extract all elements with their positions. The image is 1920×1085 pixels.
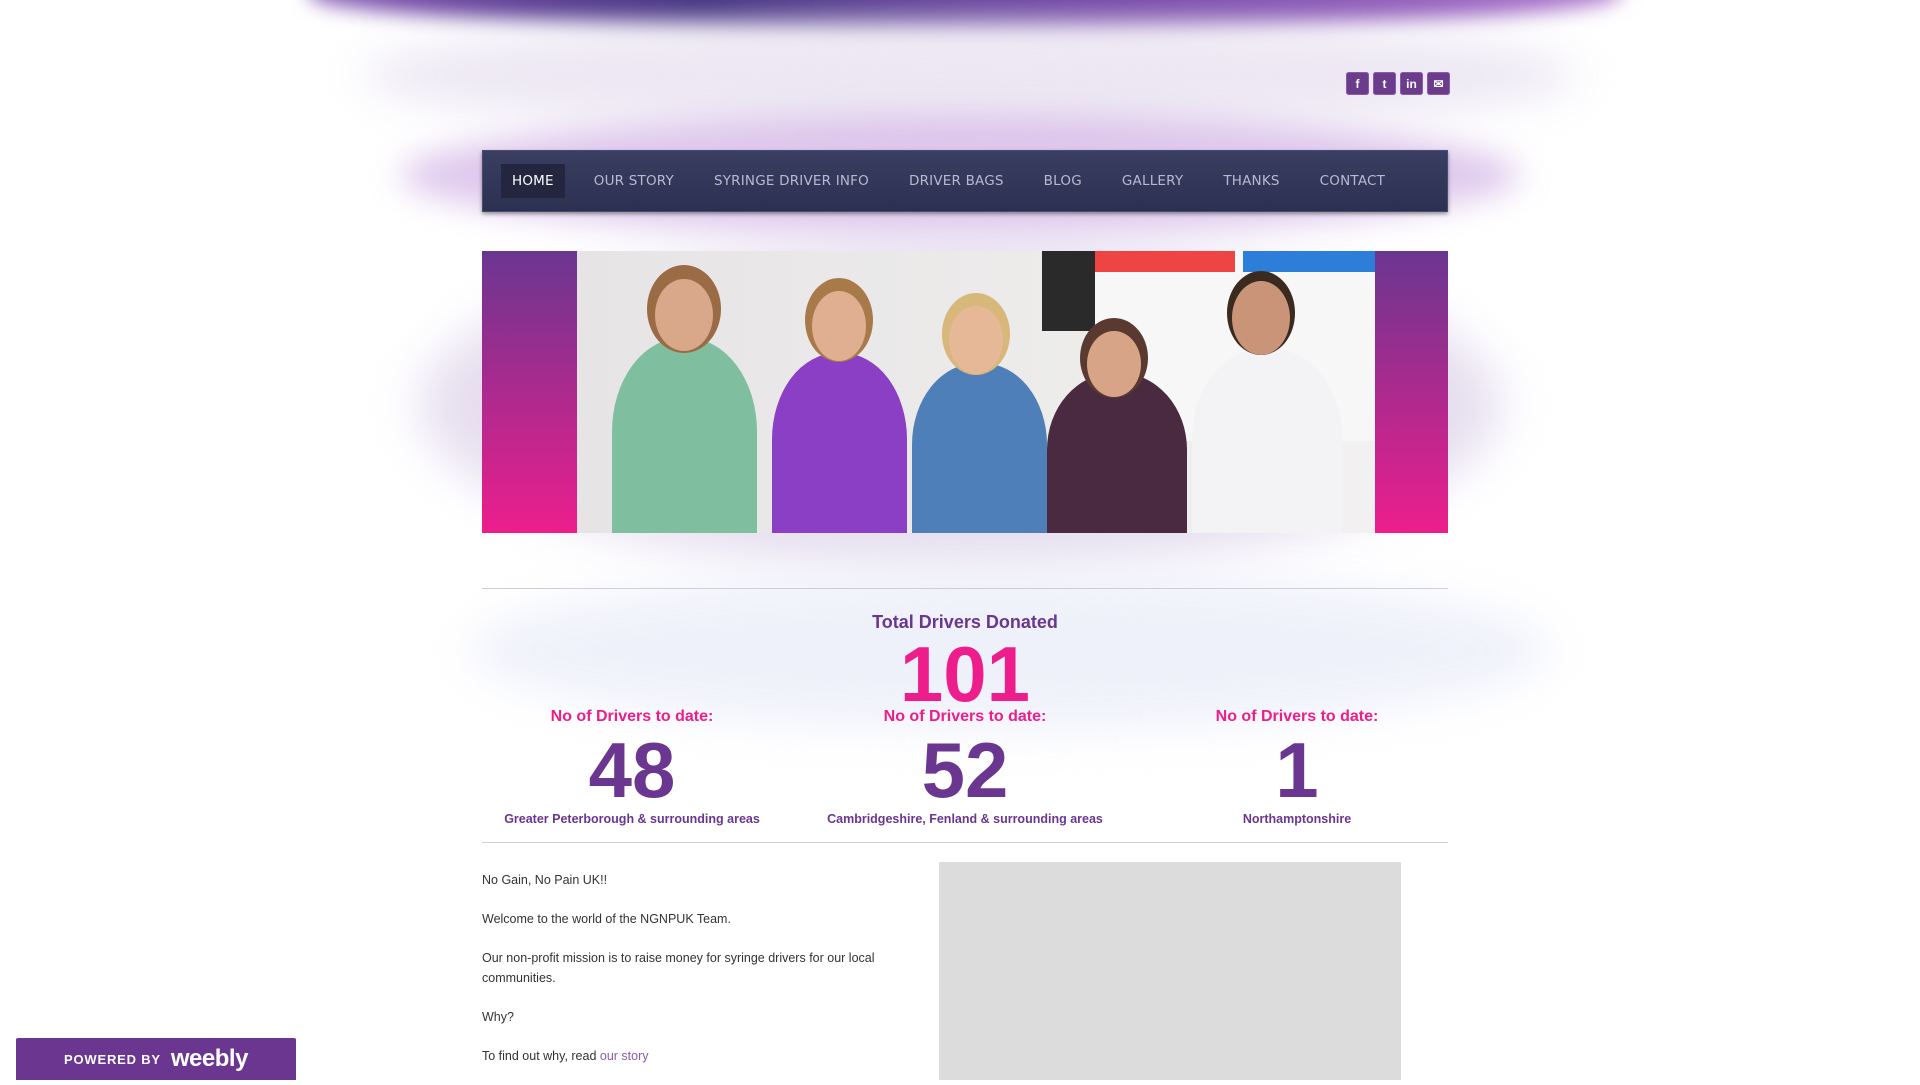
mail-icon[interactable]: ✉ (1427, 72, 1450, 95)
intro-why: Why? (482, 1010, 514, 1024)
intro-text: No Gain, No Pain UK!! Welcome to the wor… (482, 870, 912, 1085)
intro-title: No Gain, No Pain UK!! (482, 873, 608, 887)
team-photo (577, 251, 1375, 533)
photo-head-1 (655, 279, 713, 351)
photo-person-2 (772, 353, 907, 533)
nav-item-blog[interactable]: BLOG (1033, 164, 1093, 198)
nav-item-driver-bags[interactable]: DRIVER BAGS (898, 164, 1015, 198)
intro-read-more: To find out why, read our story (482, 1046, 912, 1066)
stat-value: 48 (588, 726, 676, 814)
read-more-prefix: To find out why, read (482, 1049, 600, 1063)
linkedin-icon[interactable]: in (1400, 72, 1423, 95)
photo-person-5 (1192, 348, 1342, 533)
nav-item-our-story[interactable]: OUR STORY (583, 164, 685, 198)
divider-bottom (482, 842, 1448, 843)
photo-person-3 (912, 363, 1047, 533)
stat-label: No of Drivers to date: (1215, 708, 1379, 725)
stat-area: Northamptonshire (1242, 812, 1352, 826)
powered-by-weebly-badge[interactable]: POWERED BY weebly (16, 1038, 296, 1080)
stat-northamptonshire: No of Drivers to date: 1 Northamptonshir… (1132, 708, 1462, 826)
intro-mission: Our non-profit mission is to raise money… (482, 951, 875, 985)
photo-person-4 (1047, 373, 1187, 533)
twitter-icon[interactable]: t (1373, 72, 1396, 95)
map-placeholder[interactable] (939, 862, 1401, 1080)
photo-head-2 (812, 291, 866, 361)
facebook-icon[interactable]: f (1346, 72, 1369, 95)
powered-by-label: POWERED BY (64, 1051, 161, 1067)
intro-welcome: Welcome to the world of the NGNPUK Team. (482, 912, 731, 926)
stat-area: Cambridgeshire, Fenland & surrounding ar… (827, 812, 1103, 826)
stat-label: No of Drivers to date: (883, 708, 1047, 725)
nav-list: HOME OUR STORY SYRINGE DRIVER INFO DRIVE… (501, 164, 1414, 198)
our-story-link[interactable]: our story (600, 1049, 649, 1063)
hero-banner (482, 251, 1448, 533)
photo-head-3 (949, 306, 1003, 374)
nav-item-gallery[interactable]: GALLERY (1111, 164, 1194, 198)
social-icons: f t in ✉ (1346, 72, 1450, 95)
stat-cambridgeshire: No of Drivers to date: 52 Cambridgeshire… (800, 708, 1130, 826)
stat-value: 1 (1275, 726, 1319, 814)
photo-head-4 (1087, 331, 1141, 397)
nav-item-home[interactable]: HOME (501, 164, 565, 198)
stat-peterborough: No of Drivers to date: 48 Greater Peterb… (467, 708, 797, 826)
main-nav: HOME OUR STORY SYRINGE DRIVER INFO DRIVE… (482, 150, 1448, 212)
weebly-logo: weebly (170, 1045, 249, 1072)
stat-value: 52 (921, 726, 1009, 814)
photo-person-1 (612, 338, 757, 533)
total-drivers-value: 101 (899, 630, 1031, 718)
photo-sign-dark (1042, 251, 1097, 331)
stat-area: Greater Peterborough & surrounding areas (504, 812, 760, 826)
divider-top (482, 588, 1448, 589)
photo-head-5 (1232, 281, 1290, 355)
nav-item-syringe-driver-info[interactable]: SYRINGE DRIVER INFO (703, 164, 880, 198)
nav-item-contact[interactable]: CONTACT (1309, 164, 1396, 198)
nav-item-thanks[interactable]: THANKS (1212, 164, 1290, 198)
stat-label: No of Drivers to date: (550, 708, 714, 725)
